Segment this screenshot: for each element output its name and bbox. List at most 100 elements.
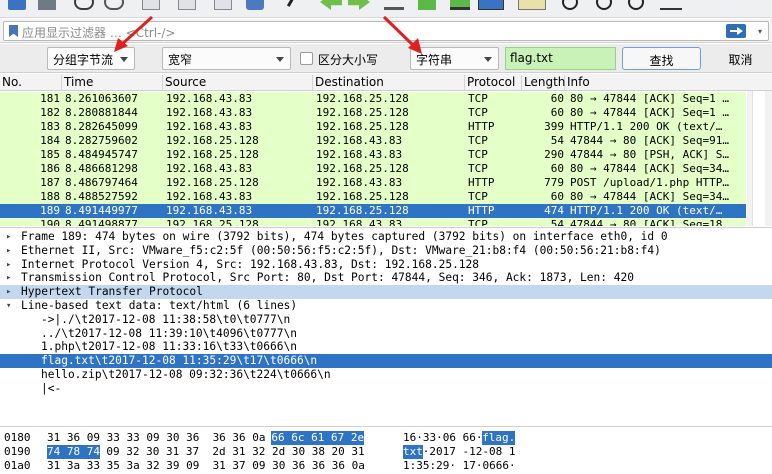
zoom-out-icon[interactable] — [596, 0, 612, 10]
table-row[interactable]: 189 8.491449977 192.168.43.83 192.168.25.12… — [0, 204, 746, 218]
last-packet-icon[interactable] — [450, 0, 470, 10]
autoscroll-icon[interactable] — [478, 0, 504, 10]
char-width-dropdown[interactable]: 宽窄 — [162, 47, 291, 70]
reload-icon[interactable] — [246, 0, 264, 10]
colorize-icon[interactable] — [518, 0, 546, 10]
table-row[interactable]: 187 8.486797464 192.168.25.128 192.168.43.8… — [0, 176, 746, 190]
packet-cell-src: 192.168.43.83 — [166, 162, 253, 175]
display-filter-input[interactable]: 应用显示过滤器 … <Ctrl-/> ▾ — [3, 21, 769, 41]
column-header-source[interactable]: Source — [163, 75, 313, 91]
packet-cell-time: 8.486797464 — [65, 176, 138, 189]
search-in-dropdown[interactable]: 分组字节流 — [47, 47, 135, 70]
packet-cell-no: 189 — [40, 204, 60, 217]
packet-cell-no: 183 — [40, 120, 60, 133]
cancel-button[interactable]: 取消 — [709, 47, 772, 70]
display-filter-bar: 应用显示过滤器 … <Ctrl-/> ▾ — [0, 19, 772, 43]
packet-cell-src: 192.168.43.83 — [166, 120, 253, 133]
bookmark-icon[interactable] — [9, 25, 18, 37]
column-header-length[interactable]: Length — [522, 75, 565, 91]
packet-cell-len: 474 — [544, 204, 564, 217]
start-capture-icon[interactable] — [8, 0, 26, 10]
restart-capture-icon[interactable] — [74, 0, 94, 10]
column-header-no[interactable]: No. — [0, 75, 62, 91]
tree-item[interactable]: 1.php\t2017-12-08 11:33:16\t33\t0666\n — [0, 340, 772, 354]
case-sensitive-checkbox[interactable] — [300, 52, 313, 65]
table-row[interactable]: 182 8.280881844 192.168.43.83 192.168.25.12… — [0, 106, 746, 120]
table-row[interactable]: 185 8.484945747 192.168.25.128 192.168.43.8… — [0, 148, 746, 162]
tree-item-label: Frame 189: 474 bytes on wire (3792 bits)… — [21, 230, 668, 243]
tree-item[interactable]: |<- — [0, 382, 772, 396]
tree-item[interactable]: ../\t2017-12-08 11:39:10\t4096\t0777\n — [0, 327, 772, 341]
tree-item[interactable]: ->|./\t2017-12-08 11:38:58\t0\t0777\n — [0, 313, 772, 327]
bytes-hex-selected[interactable]: 66 6c 61 67 2e — [271, 431, 365, 445]
close-file-icon[interactable] — [214, 0, 232, 10]
go-to-packet-icon[interactable] — [384, 0, 404, 10]
expand-arrow-icon[interactable]: ▸ — [6, 230, 16, 244]
bytes-ascii-selected[interactable]: flag. — [482, 431, 516, 445]
chevron-down-icon — [120, 57, 128, 62]
save-file-icon[interactable] — [178, 0, 196, 10]
bytes-ascii: 16·33·06 66· — [403, 431, 483, 444]
search-type-dropdown[interactable]: 字符串 — [410, 47, 499, 70]
column-header-time[interactable]: Time — [62, 75, 163, 91]
tree-item[interactable]: ▸ Transmission Control Protocol, Src Port… — [0, 271, 772, 285]
tree-item-label: Internet Protocol Version 4, Src: 192.16… — [21, 257, 480, 271]
packet-cell-info: POST /upload/1.php HTTP… — [570, 176, 729, 189]
packet-cell-proto: TCP — [468, 148, 488, 161]
packet-cell-proto: TCP — [468, 218, 488, 226]
bytes-offset: 0180 — [4, 431, 31, 444]
column-header-info[interactable]: Info — [565, 75, 772, 91]
tree-item[interactable]: ▸ Ethernet II, Src: VMware_f5:c2:5f (00:5… — [0, 244, 772, 258]
go-back-icon[interactable] — [320, 0, 342, 10]
expand-arrow-icon[interactable]: ▸ — [6, 285, 16, 299]
tree-item[interactable]: ▸ Frame 189: 474 bytes on wire (3792 bits… — [0, 230, 772, 244]
packet-cell-proto: TCP — [468, 134, 488, 147]
capture-options-icon[interactable] — [104, 0, 124, 10]
packet-cell-dst: 192.168.25.128 — [316, 190, 409, 203]
normal-size-icon[interactable] — [628, 0, 644, 10]
tree-item[interactable]: ▸ Hypertext Transfer Protocol — [0, 285, 772, 300]
bytes-hex-selected[interactable]: 74 78 74 — [47, 445, 100, 459]
expand-arrow-icon[interactable]: ▸ — [6, 271, 16, 285]
table-row[interactable]: 183 8.282645099 192.168.43.83 192.168.25.12… — [0, 120, 746, 134]
column-header-destination[interactable]: Destination — [313, 75, 465, 91]
table-row[interactable]: 181 8.261063607 192.168.43.83 192.168.25.12… — [0, 92, 746, 106]
collapse-arrow-icon[interactable]: ▾ — [6, 299, 16, 313]
bytes-ascii-selected[interactable]: txt — [403, 445, 423, 459]
tree-item-label: Line-based text data: text/html (6 lines… — [21, 299, 298, 312]
search-value-input[interactable]: flag.txt — [505, 47, 616, 70]
find-button[interactable]: 查找 — [622, 47, 701, 70]
packet-cell-info: HTTP/1.1 200 OK (text/… — [570, 204, 723, 217]
resize-columns-icon[interactable] — [660, 0, 682, 10]
stop-capture-icon[interactable] — [38, 0, 56, 10]
expand-arrow-icon[interactable]: ▸ — [6, 258, 16, 272]
bytes-row: 0190 74 78 74 09 32 30 31 37 2d 31 32 2d 3… — [0, 445, 772, 459]
table-row[interactable]: 190 8.491498877 192.168.25.128 192.168.43.8… — [0, 218, 746, 226]
table-row[interactable]: 188 8.488527592 192.168.43.83 192.168.25.12… — [0, 190, 746, 204]
scrollbar-thumb[interactable] — [752, 91, 765, 226]
chevron-down-icon[interactable]: ▾ — [758, 27, 762, 36]
expand-arrow-icon[interactable]: ▸ — [6, 244, 16, 258]
packet-cell-time: 8.484945747 — [65, 148, 138, 161]
packet-cell-time: 8.280881844 — [65, 106, 138, 119]
packet-cell-src: 192.168.43.83 — [166, 190, 253, 203]
column-header-protocol[interactable]: Protocol — [465, 75, 522, 91]
table-row[interactable]: 186 8.486681298 192.168.43.83 192.168.25.12… — [0, 162, 746, 176]
tree-item[interactable]: hello.zip\t2017-12-08 09:32:36\t224\t066… — [0, 368, 772, 382]
find-packet-icon[interactable] — [286, 0, 308, 13]
tree-item[interactable]: flag.txt\t2017-12-08 11:35:29\t17\t0666\… — [0, 354, 772, 369]
apply-filter-arrow-icon[interactable] — [726, 24, 746, 38]
open-file-icon[interactable] — [142, 0, 160, 10]
tree-item[interactable]: ▸ Internet Protocol Version 4, Src: 192.1… — [0, 258, 772, 272]
go-forward-icon[interactable] — [348, 0, 370, 10]
find-packet-bar: 分组字节流 宽窄 区分大小写 字符串 flag.txt 查找 取消 — [0, 44, 772, 73]
packet-list-scrollbar[interactable] — [747, 91, 772, 226]
tree-item[interactable]: ▾ Line-based text data: text/html (6 line… — [0, 299, 772, 313]
first-packet-icon[interactable] — [418, 0, 436, 10]
packet-cell-no: 188 — [40, 190, 60, 203]
zoom-in-icon[interactable] — [562, 0, 578, 10]
packet-cell-src: 192.168.43.83 — [166, 92, 253, 105]
table-row[interactable]: 184 8.282759602 192.168.25.128 192.168.43.8… — [0, 134, 746, 148]
tree-item-label: |<- — [41, 381, 62, 395]
tree-item-label: flag.txt\t2017-12-08 11:35:29\t17\t0666\… — [41, 354, 318, 368]
